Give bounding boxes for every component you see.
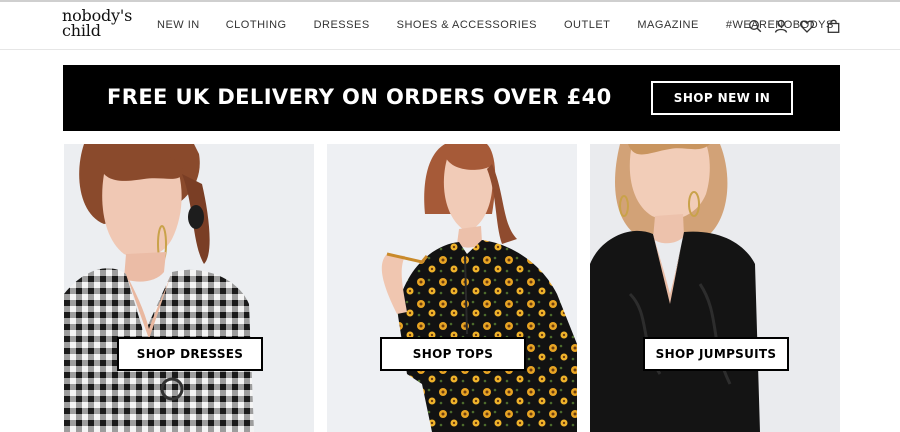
site-header: nobody's child NEW IN CLOTHING DRESSES S…: [0, 0, 900, 50]
search-icon[interactable]: [748, 18, 762, 34]
shop-tops-button[interactable]: SHOP TOPS: [380, 337, 526, 371]
nav-item-new-in[interactable]: NEW IN: [157, 19, 200, 31]
nav-item-dresses[interactable]: DRESSES: [314, 19, 370, 31]
wishlist-heart-icon[interactable]: [800, 18, 814, 34]
model-photo-black-jumpsuit: [590, 144, 840, 432]
nav-item-outlet[interactable]: OUTLET: [564, 19, 610, 31]
logo-line-2: child: [62, 21, 101, 40]
shop-jumpsuits-button[interactable]: SHOP JUMPSUITS: [643, 337, 789, 371]
shop-dresses-button[interactable]: SHOP DRESSES: [117, 337, 263, 371]
category-tile-tops[interactable]: SHOP TOPS: [327, 144, 577, 432]
nav-item-shoes-accessories[interactable]: SHOES & ACCESSORIES: [397, 19, 537, 31]
category-tile-jumpsuits[interactable]: SHOP JUMPSUITS: [590, 144, 840, 432]
account-icon[interactable]: [774, 18, 788, 34]
header-icons: [748, 18, 840, 34]
nav-item-clothing[interactable]: CLOTHING: [226, 19, 287, 31]
nav-item-magazine[interactable]: MAGAZINE: [637, 19, 698, 31]
model-photo-gingham-dress: [64, 144, 314, 432]
promo-banner: FREE UK DELIVERY ON ORDERS OVER £40 SHOP…: [63, 65, 840, 131]
category-tile-dresses[interactable]: SHOP DRESSES: [64, 144, 314, 432]
brand-logo[interactable]: nobody's child: [62, 8, 132, 40]
model-photo-floral-top: [327, 144, 577, 432]
shopping-bag-icon[interactable]: [826, 18, 840, 34]
promo-banner-text: FREE UK DELIVERY ON ORDERS OVER £40: [107, 85, 612, 109]
main-nav: NEW IN CLOTHING DRESSES SHOES & ACCESSOR…: [157, 19, 834, 31]
shop-new-in-button[interactable]: SHOP NEW IN: [651, 81, 793, 115]
